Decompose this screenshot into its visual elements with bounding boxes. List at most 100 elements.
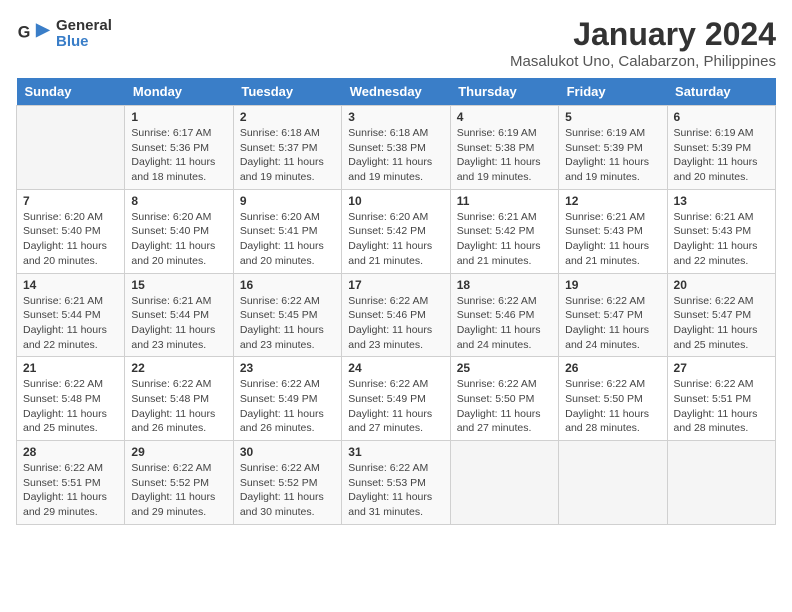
- title-block: January 2024 Masalukot Uno, Calabarzon, …: [510, 16, 776, 70]
- table-row: 19Sunrise: 6:22 AMSunset: 5:47 PMDayligh…: [559, 273, 667, 357]
- day-number: 3: [348, 110, 443, 124]
- day-number: 11: [457, 194, 552, 208]
- day-number: 7: [23, 194, 118, 208]
- day-number: 16: [240, 278, 335, 292]
- table-row: 1Sunrise: 6:17 AMSunset: 5:36 PMDaylight…: [125, 106, 233, 190]
- day-number: 14: [23, 278, 118, 292]
- day-number: 17: [348, 278, 443, 292]
- day-number: 22: [131, 361, 226, 375]
- week-row-3: 14 Sunrise: 6:21 AMSunset: 5:44 PMDayligh…: [17, 273, 776, 357]
- table-row: 28 Sunrise: 6:22 AMSunset: 5:51 PMDayligh…: [17, 441, 125, 525]
- table-row: 20 Sunrise: 6:22 AMSunset: 5:47 PMDayligh…: [667, 273, 775, 357]
- table-row: 31Sunrise: 6:22 AMSunset: 5:53 PMDayligh…: [342, 441, 450, 525]
- day-number: 23: [240, 361, 335, 375]
- header-thursday: Thursday: [450, 78, 558, 106]
- day-number: 20: [674, 278, 769, 292]
- day-number: 8: [131, 194, 226, 208]
- table-row: 17 Sunrise: 6:22 AMSunset: 5:46 PMDayligh…: [342, 273, 450, 357]
- day-number: 31: [348, 445, 443, 459]
- day-info: Sunrise: 6:21 AMSunset: 5:43 PMDaylight:…: [565, 210, 660, 269]
- table-row: 5Sunrise: 6:19 AMSunset: 5:39 PMDaylight…: [559, 106, 667, 190]
- day-number: 24: [348, 361, 443, 375]
- day-number: 4: [457, 110, 552, 124]
- table-row: 25Sunrise: 6:22 AMSunset: 5:50 PMDayligh…: [450, 357, 558, 441]
- week-row-1: 1Sunrise: 6:17 AMSunset: 5:36 PMDaylight…: [17, 106, 776, 190]
- day-number: 28: [23, 445, 118, 459]
- day-info: Sunrise: 6:22 AMSunset: 5:52 PMDaylight:…: [131, 461, 226, 520]
- table-row: 13 Sunrise: 6:21 AMSunset: 5:43 PMDayligh…: [667, 189, 775, 273]
- day-info: Sunrise: 6:19 AMSunset: 5:39 PMDaylight:…: [565, 126, 660, 185]
- day-number: 30: [240, 445, 335, 459]
- table-row: 18 Sunrise: 6:22 AMSunset: 5:46 PMDayligh…: [450, 273, 558, 357]
- page-header: G General Blue January 2024 Masalukot Un…: [16, 16, 776, 70]
- table-row: 6 Sunrise: 6:19 AMSunset: 5:39 PMDaylight…: [667, 106, 775, 190]
- header-monday: Monday: [125, 78, 233, 106]
- table-row: 12 Sunrise: 6:21 AMSunset: 5:43 PMDayligh…: [559, 189, 667, 273]
- day-number: 6: [674, 110, 769, 124]
- day-info: Sunrise: 6:22 AMSunset: 5:51 PMDaylight:…: [23, 461, 118, 520]
- day-info: Sunrise: 6:21 AMSunset: 5:43 PMDaylight:…: [674, 210, 769, 269]
- day-info: Sunrise: 6:20 AMSunset: 5:40 PMDaylight:…: [131, 210, 226, 269]
- day-number: 1: [131, 110, 226, 124]
- day-number: 21: [23, 361, 118, 375]
- week-row-4: 21 Sunrise: 6:22 AMSunset: 5:48 PMDayligh…: [17, 357, 776, 441]
- table-row: 15 Sunrise: 6:21 AMSunset: 5:44 PMDayligh…: [125, 273, 233, 357]
- day-info: Sunrise: 6:22 AMSunset: 5:48 PMDaylight:…: [23, 377, 118, 436]
- day-number: 29: [131, 445, 226, 459]
- table-row: 14 Sunrise: 6:21 AMSunset: 5:44 PMDayligh…: [17, 273, 125, 357]
- day-info: Sunrise: 6:18 AMSunset: 5:37 PMDaylight:…: [240, 126, 335, 185]
- day-number: 12: [565, 194, 660, 208]
- table-row: 24 Sunrise: 6:22 AMSunset: 5:49 PMDayligh…: [342, 357, 450, 441]
- table-row: 16 Sunrise: 6:22 AMSunset: 5:45 PMDayligh…: [233, 273, 341, 357]
- logo-line1: General: [56, 18, 112, 35]
- logo-line2: Blue: [56, 34, 112, 51]
- header-saturday: Saturday: [667, 78, 775, 106]
- table-row: 23 Sunrise: 6:22 AMSunset: 5:49 PMDayligh…: [233, 357, 341, 441]
- table-row: 3 Sunrise: 6:18 AMSunset: 5:38 PMDaylight…: [342, 106, 450, 190]
- day-info: Sunrise: 6:20 AMSunset: 5:42 PMDaylight:…: [348, 210, 443, 269]
- day-number: 10: [348, 194, 443, 208]
- day-number: 15: [131, 278, 226, 292]
- day-number: 26: [565, 361, 660, 375]
- day-info: Sunrise: 6:22 AMSunset: 5:45 PMDaylight:…: [240, 294, 335, 353]
- table-row: 2Sunrise: 6:18 AMSunset: 5:37 PMDaylight…: [233, 106, 341, 190]
- logo-icon: G: [16, 16, 52, 52]
- logo: G General Blue: [16, 16, 112, 52]
- day-info: Sunrise: 6:18 AMSunset: 5:38 PMDaylight:…: [348, 126, 443, 185]
- day-info: Sunrise: 6:22 AMSunset: 5:48 PMDaylight:…: [131, 377, 226, 436]
- table-row: 11Sunrise: 6:21 AMSunset: 5:42 PMDayligh…: [450, 189, 558, 273]
- day-info: Sunrise: 6:22 AMSunset: 5:46 PMDaylight:…: [348, 294, 443, 353]
- header-sunday: Sunday: [17, 78, 125, 106]
- day-info: Sunrise: 6:21 AMSunset: 5:44 PMDaylight:…: [131, 294, 226, 353]
- table-row: [559, 441, 667, 525]
- header-wednesday: Wednesday: [342, 78, 450, 106]
- day-info: Sunrise: 6:22 AMSunset: 5:49 PMDaylight:…: [348, 377, 443, 436]
- week-row-5: 28 Sunrise: 6:22 AMSunset: 5:51 PMDayligh…: [17, 441, 776, 525]
- day-number: 13: [674, 194, 769, 208]
- day-number: 18: [457, 278, 552, 292]
- table-row: 22 Sunrise: 6:22 AMSunset: 5:48 PMDayligh…: [125, 357, 233, 441]
- table-row: 7 Sunrise: 6:20 AMSunset: 5:40 PMDaylight…: [17, 189, 125, 273]
- day-info: Sunrise: 6:19 AMSunset: 5:39 PMDaylight:…: [674, 126, 769, 185]
- table-row: 8 Sunrise: 6:20 AMSunset: 5:40 PMDaylight…: [125, 189, 233, 273]
- week-row-2: 7 Sunrise: 6:20 AMSunset: 5:40 PMDaylight…: [17, 189, 776, 273]
- day-info: Sunrise: 6:20 AMSunset: 5:40 PMDaylight:…: [23, 210, 118, 269]
- day-info: Sunrise: 6:22 AMSunset: 5:47 PMDaylight:…: [674, 294, 769, 353]
- day-info: Sunrise: 6:22 AMSunset: 5:49 PMDaylight:…: [240, 377, 335, 436]
- header-tuesday: Tuesday: [233, 78, 341, 106]
- table-row: 27Sunrise: 6:22 AMSunset: 5:51 PMDayligh…: [667, 357, 775, 441]
- subtitle: Masalukot Uno, Calabarzon, Philippines: [510, 53, 776, 70]
- day-info: Sunrise: 6:22 AMSunset: 5:52 PMDaylight:…: [240, 461, 335, 520]
- day-info: Sunrise: 6:21 AMSunset: 5:44 PMDaylight:…: [23, 294, 118, 353]
- calendar-table: SundayMondayTuesdayWednesdayThursdayFrid…: [16, 78, 776, 525]
- table-row: 4 Sunrise: 6:19 AMSunset: 5:38 PMDaylight…: [450, 106, 558, 190]
- table-row: 9Sunrise: 6:20 AMSunset: 5:41 PMDaylight…: [233, 189, 341, 273]
- table-row: 26 Sunrise: 6:22 AMSunset: 5:50 PMDayligh…: [559, 357, 667, 441]
- table-row: 21 Sunrise: 6:22 AMSunset: 5:48 PMDayligh…: [17, 357, 125, 441]
- day-info: Sunrise: 6:19 AMSunset: 5:38 PMDaylight:…: [457, 126, 552, 185]
- table-row: [667, 441, 775, 525]
- header-friday: Friday: [559, 78, 667, 106]
- day-info: Sunrise: 6:22 AMSunset: 5:50 PMDaylight:…: [565, 377, 660, 436]
- day-number: 19: [565, 278, 660, 292]
- day-info: Sunrise: 6:22 AMSunset: 5:46 PMDaylight:…: [457, 294, 552, 353]
